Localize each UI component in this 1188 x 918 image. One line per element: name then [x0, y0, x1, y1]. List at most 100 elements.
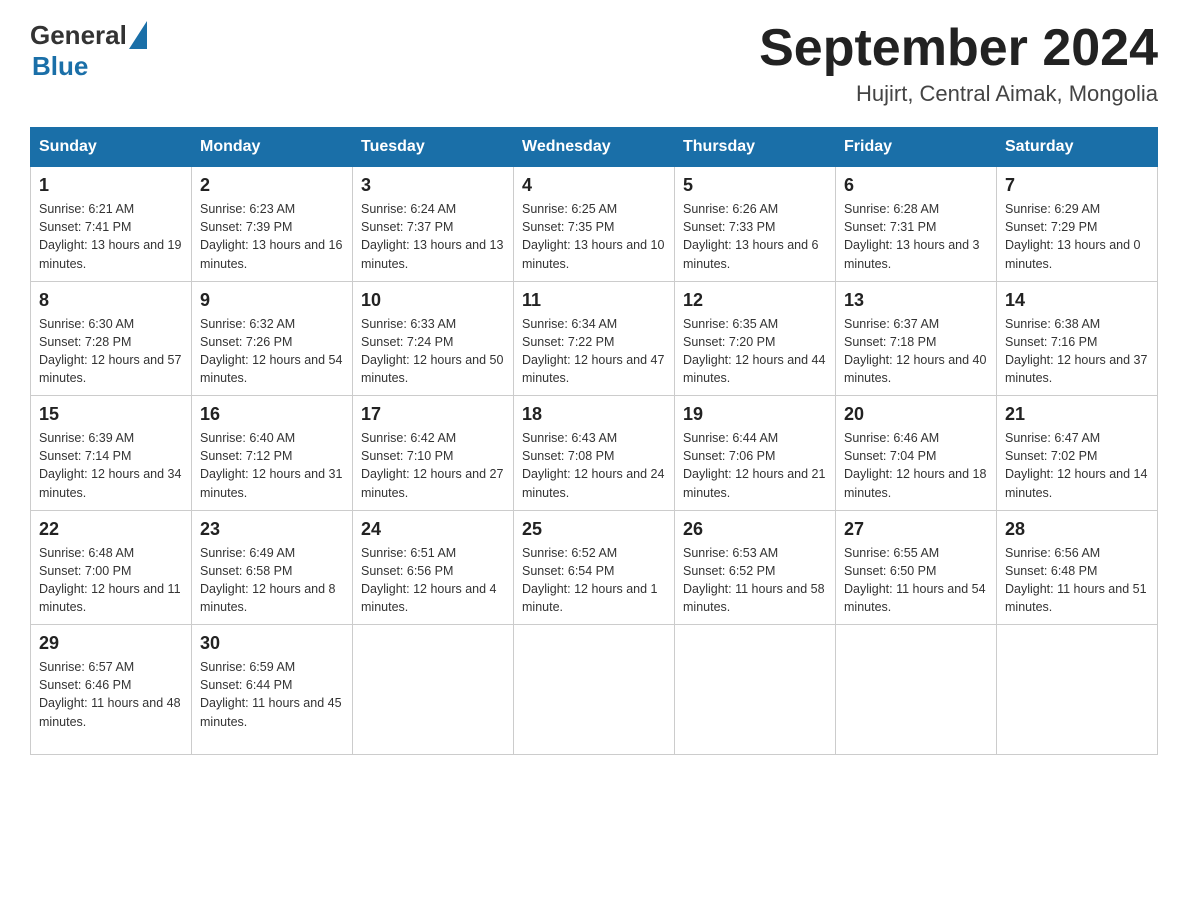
day-info: Sunrise: 6:28 AMSunset: 7:31 PMDaylight:…	[844, 200, 988, 273]
calendar-cell: 7 Sunrise: 6:29 AMSunset: 7:29 PMDayligh…	[997, 167, 1158, 282]
day-number: 21	[1005, 404, 1149, 425]
day-number: 28	[1005, 519, 1149, 540]
day-number: 16	[200, 404, 344, 425]
day-number: 26	[683, 519, 827, 540]
calendar-cell: 24 Sunrise: 6:51 AMSunset: 6:56 PMDaylig…	[353, 510, 514, 625]
day-number: 10	[361, 290, 505, 311]
day-info: Sunrise: 6:39 AMSunset: 7:14 PMDaylight:…	[39, 429, 183, 502]
day-number: 7	[1005, 175, 1149, 196]
day-info: Sunrise: 6:47 AMSunset: 7:02 PMDaylight:…	[1005, 429, 1149, 502]
day-number: 4	[522, 175, 666, 196]
calendar-cell: 8 Sunrise: 6:30 AMSunset: 7:28 PMDayligh…	[31, 281, 192, 396]
logo-general-text: General	[30, 20, 127, 51]
column-header-friday: Friday	[836, 128, 997, 167]
day-info: Sunrise: 6:48 AMSunset: 7:00 PMDaylight:…	[39, 544, 183, 617]
day-number: 18	[522, 404, 666, 425]
day-info: Sunrise: 6:33 AMSunset: 7:24 PMDaylight:…	[361, 315, 505, 388]
column-header-tuesday: Tuesday	[353, 128, 514, 167]
day-number: 29	[39, 633, 183, 654]
day-info: Sunrise: 6:25 AMSunset: 7:35 PMDaylight:…	[522, 200, 666, 273]
day-number: 22	[39, 519, 183, 540]
day-number: 6	[844, 175, 988, 196]
day-number: 25	[522, 519, 666, 540]
day-number: 17	[361, 404, 505, 425]
week-row-5: 29 Sunrise: 6:57 AMSunset: 6:46 PMDaylig…	[31, 625, 1158, 755]
day-info: Sunrise: 6:52 AMSunset: 6:54 PMDaylight:…	[522, 544, 666, 617]
calendar-cell: 20 Sunrise: 6:46 AMSunset: 7:04 PMDaylig…	[836, 396, 997, 511]
logo-blue-text: Blue	[32, 51, 88, 82]
column-header-sunday: Sunday	[31, 128, 192, 167]
day-number: 14	[1005, 290, 1149, 311]
day-info: Sunrise: 6:38 AMSunset: 7:16 PMDaylight:…	[1005, 315, 1149, 388]
logo-triangle-icon	[129, 21, 147, 49]
day-info: Sunrise: 6:57 AMSunset: 6:46 PMDaylight:…	[39, 658, 183, 731]
day-number: 13	[844, 290, 988, 311]
calendar-cell: 22 Sunrise: 6:48 AMSunset: 7:00 PMDaylig…	[31, 510, 192, 625]
day-info: Sunrise: 6:26 AMSunset: 7:33 PMDaylight:…	[683, 200, 827, 273]
day-number: 15	[39, 404, 183, 425]
logo: General Blue	[30, 20, 147, 82]
week-row-1: 1 Sunrise: 6:21 AMSunset: 7:41 PMDayligh…	[31, 167, 1158, 282]
week-row-3: 15 Sunrise: 6:39 AMSunset: 7:14 PMDaylig…	[31, 396, 1158, 511]
day-info: Sunrise: 6:30 AMSunset: 7:28 PMDaylight:…	[39, 315, 183, 388]
day-info: Sunrise: 6:37 AMSunset: 7:18 PMDaylight:…	[844, 315, 988, 388]
calendar-cell: 13 Sunrise: 6:37 AMSunset: 7:18 PMDaylig…	[836, 281, 997, 396]
column-header-monday: Monday	[192, 128, 353, 167]
calendar-table: SundayMondayTuesdayWednesdayThursdayFrid…	[30, 127, 1158, 755]
calendar-cell: 26 Sunrise: 6:53 AMSunset: 6:52 PMDaylig…	[675, 510, 836, 625]
calendar-cell: 21 Sunrise: 6:47 AMSunset: 7:02 PMDaylig…	[997, 396, 1158, 511]
day-info: Sunrise: 6:53 AMSunset: 6:52 PMDaylight:…	[683, 544, 827, 617]
column-header-thursday: Thursday	[675, 128, 836, 167]
column-header-wednesday: Wednesday	[514, 128, 675, 167]
calendar-cell: 29 Sunrise: 6:57 AMSunset: 6:46 PMDaylig…	[31, 625, 192, 755]
day-number: 19	[683, 404, 827, 425]
calendar-cell: 2 Sunrise: 6:23 AMSunset: 7:39 PMDayligh…	[192, 167, 353, 282]
calendar-cell: 16 Sunrise: 6:40 AMSunset: 7:12 PMDaylig…	[192, 396, 353, 511]
calendar-cell: 28 Sunrise: 6:56 AMSunset: 6:48 PMDaylig…	[997, 510, 1158, 625]
week-row-4: 22 Sunrise: 6:48 AMSunset: 7:00 PMDaylig…	[31, 510, 1158, 625]
day-info: Sunrise: 6:34 AMSunset: 7:22 PMDaylight:…	[522, 315, 666, 388]
day-number: 8	[39, 290, 183, 311]
day-number: 2	[200, 175, 344, 196]
day-info: Sunrise: 6:43 AMSunset: 7:08 PMDaylight:…	[522, 429, 666, 502]
day-info: Sunrise: 6:44 AMSunset: 7:06 PMDaylight:…	[683, 429, 827, 502]
day-number: 12	[683, 290, 827, 311]
day-info: Sunrise: 6:21 AMSunset: 7:41 PMDaylight:…	[39, 200, 183, 273]
calendar-cell: 12 Sunrise: 6:35 AMSunset: 7:20 PMDaylig…	[675, 281, 836, 396]
calendar-cell	[997, 625, 1158, 755]
day-info: Sunrise: 6:40 AMSunset: 7:12 PMDaylight:…	[200, 429, 344, 502]
calendar-cell	[353, 625, 514, 755]
day-info: Sunrise: 6:46 AMSunset: 7:04 PMDaylight:…	[844, 429, 988, 502]
page-header: General Blue September 2024 Hujirt, Cent…	[30, 20, 1158, 107]
calendar-cell: 6 Sunrise: 6:28 AMSunset: 7:31 PMDayligh…	[836, 167, 997, 282]
calendar-cell: 10 Sunrise: 6:33 AMSunset: 7:24 PMDaylig…	[353, 281, 514, 396]
day-info: Sunrise: 6:32 AMSunset: 7:26 PMDaylight:…	[200, 315, 344, 388]
day-number: 11	[522, 290, 666, 311]
day-number: 5	[683, 175, 827, 196]
day-info: Sunrise: 6:59 AMSunset: 6:44 PMDaylight:…	[200, 658, 344, 731]
day-number: 1	[39, 175, 183, 196]
day-info: Sunrise: 6:23 AMSunset: 7:39 PMDaylight:…	[200, 200, 344, 273]
day-number: 3	[361, 175, 505, 196]
calendar-cell: 9 Sunrise: 6:32 AMSunset: 7:26 PMDayligh…	[192, 281, 353, 396]
calendar-cell: 27 Sunrise: 6:55 AMSunset: 6:50 PMDaylig…	[836, 510, 997, 625]
day-number: 27	[844, 519, 988, 540]
calendar-cell	[514, 625, 675, 755]
day-info: Sunrise: 6:49 AMSunset: 6:58 PMDaylight:…	[200, 544, 344, 617]
column-header-saturday: Saturday	[997, 128, 1158, 167]
calendar-cell	[836, 625, 997, 755]
calendar-cell: 30 Sunrise: 6:59 AMSunset: 6:44 PMDaylig…	[192, 625, 353, 755]
location-title: Hujirt, Central Aimak, Mongolia	[759, 81, 1158, 107]
day-number: 24	[361, 519, 505, 540]
calendar-cell: 11 Sunrise: 6:34 AMSunset: 7:22 PMDaylig…	[514, 281, 675, 396]
calendar-cell: 15 Sunrise: 6:39 AMSunset: 7:14 PMDaylig…	[31, 396, 192, 511]
calendar-cell: 1 Sunrise: 6:21 AMSunset: 7:41 PMDayligh…	[31, 167, 192, 282]
day-number: 23	[200, 519, 344, 540]
day-info: Sunrise: 6:42 AMSunset: 7:10 PMDaylight:…	[361, 429, 505, 502]
day-number: 9	[200, 290, 344, 311]
day-info: Sunrise: 6:51 AMSunset: 6:56 PMDaylight:…	[361, 544, 505, 617]
calendar-cell: 4 Sunrise: 6:25 AMSunset: 7:35 PMDayligh…	[514, 167, 675, 282]
day-info: Sunrise: 6:55 AMSunset: 6:50 PMDaylight:…	[844, 544, 988, 617]
calendar-cell	[675, 625, 836, 755]
title-block: September 2024 Hujirt, Central Aimak, Mo…	[759, 20, 1158, 107]
